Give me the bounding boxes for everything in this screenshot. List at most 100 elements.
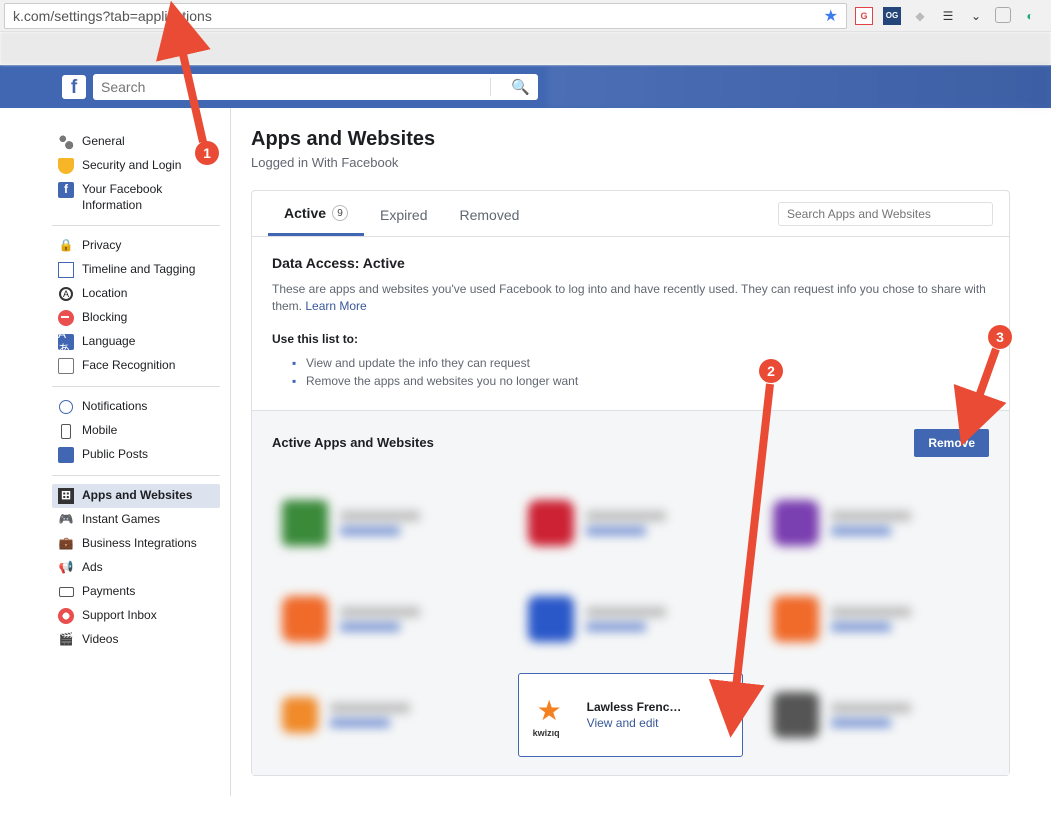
tab-active[interactable]: Active 9 [268,191,364,236]
ext-icon-2[interactable]: OG [883,7,901,25]
sidebar-item-face[interactable]: Face Recognition [52,354,220,378]
sidebar-item-label: Business Integrations [82,536,214,552]
app-card-blurred[interactable] [272,481,498,565]
sidebar-item-apps-websites[interactable]: ⊞ Apps and Websites [52,484,220,508]
section-description: These are apps and websites you've used … [272,281,989,316]
sidebar-item-support[interactable]: Support Inbox [52,604,220,628]
app-card-blurred[interactable] [518,577,744,661]
apps-card: Active 9 Expired Removed Data Access: Ac… [251,190,1010,776]
payments-icon [58,584,74,600]
sidebar-item-business[interactable]: 💼 Business Integrations [52,532,220,556]
bullet-item: View and update the info they can reques… [292,356,989,370]
remove-button[interactable]: Remove [914,429,989,457]
section-heading: Data Access: Active [272,255,989,271]
fb-header: f 🔍 [0,65,1051,108]
sidebar-item-label: Payments [82,584,214,600]
ext-icon-7[interactable]: ◐ [1021,7,1039,25]
gear-icon [58,134,74,150]
tabs-row: Active 9 Expired Removed [252,191,1009,237]
sidebar-item-mobile[interactable]: Mobile [52,419,220,443]
browser-tab-sliver [0,32,1051,65]
sidebar-item-videos[interactable]: 🎬 Videos [52,628,220,652]
app-card-blurred[interactable] [763,673,989,757]
sidebar-item-label: Blocking [82,310,214,326]
sidebar-item-label: Apps and Websites [82,488,214,504]
ext-icon-4[interactable]: ☰ [939,7,957,25]
browser-chrome: k.com/settings?tab=applications ★ G OG ◆… [0,0,1051,32]
data-access-section: Data Access: Active These are apps and w… [252,237,1009,410]
sidebar-item-label: General [82,134,214,150]
sidebar-item-label: Timeline and Tagging [82,262,214,278]
sidebar-item-label: Security and Login [82,158,214,174]
sidebar-item-public-posts[interactable]: Public Posts [52,443,220,467]
ext-icon-3[interactable]: ◆ [911,7,929,25]
sidebar-item-notifications[interactable]: Notifications [52,395,220,419]
page-title: Apps and Websites [251,128,1010,151]
apps-grid: ★ kwizıq Lawless Frenc… View and edit ✓ [272,481,989,757]
ads-icon: 📢 [58,560,74,576]
globe-icon [58,399,74,415]
business-icon: 💼 [58,536,74,552]
sidebar-item-security[interactable]: Security and Login [52,154,220,178]
ext-icon-1[interactable]: G [855,7,873,25]
games-icon: 🎮 [58,512,74,528]
sidebar-item-instant-games[interactable]: 🎮 Instant Games [52,508,220,532]
ext-icon-6[interactable] [995,7,1011,23]
sidebar-item-label: Public Posts [82,447,214,463]
tab-label: Active [284,205,326,221]
sidebar-item-label: Language [82,334,214,350]
tab-active-count: 9 [332,205,348,221]
sidebar-item-language[interactable]: Aあ Language [52,330,220,354]
settings-sidebar: General Security and Login f Your Facebo… [0,108,230,796]
app-card-blurred[interactable] [763,481,989,565]
fb-logo-icon[interactable]: f [62,75,86,99]
fb-search-box[interactable]: 🔍 [93,74,538,100]
active-apps-title: Active Apps and Websites [272,435,914,450]
kwiziq-logo-icon: ★ kwizıq [529,692,575,738]
active-apps-section: Active Apps and Websites Remove [252,410,1009,775]
ext-icon-5[interactable]: ⌄ [967,7,985,25]
app-checkbox[interactable]: ✓ [718,684,732,698]
sidebar-item-label: Instant Games [82,512,214,528]
sidebar-item-label: Privacy [82,238,214,254]
mobile-icon [58,423,74,439]
shield-icon [58,158,74,174]
grid-icon [58,262,74,278]
page-subtitle: Logged in With Facebook [251,155,1010,170]
sidebar-item-blocking[interactable]: Blocking [52,306,220,330]
bullet-item: Remove the apps and websites you no long… [292,374,989,388]
support-icon [58,608,74,624]
video-icon: 🎬 [58,632,74,648]
sidebar-item-ads[interactable]: 📢 Ads [52,556,220,580]
sidebar-item-label: Ads [82,560,214,576]
learn-more-link[interactable]: Learn More [305,299,366,313]
sidebar-item-your-fb-info[interactable]: f Your Facebook Information [52,178,220,217]
location-icon: A [58,286,74,302]
app-card-lawless-french[interactable]: ★ kwizıq Lawless Frenc… View and edit ✓ [518,673,744,757]
app-card-blurred[interactable] [763,577,989,661]
app-card-blurred[interactable] [272,577,498,661]
app-card-blurred[interactable] [518,481,744,565]
app-name: Lawless Frenc… [587,700,682,714]
apps-search-input[interactable] [778,202,993,226]
tab-removed[interactable]: Removed [444,193,536,235]
language-icon: Aあ [58,334,74,350]
url-text: k.com/settings?tab=applications [13,8,818,24]
bookmark-star-icon[interactable]: ★ [824,6,838,26]
rss-icon [58,447,74,463]
sidebar-item-payments[interactable]: Payments [52,580,220,604]
tab-expired[interactable]: Expired [364,193,443,235]
fb-search-input[interactable] [101,79,490,95]
url-bar[interactable]: k.com/settings?tab=applications ★ [4,3,847,29]
sidebar-item-general[interactable]: General [52,130,220,154]
fb-icon: f [58,182,74,198]
sidebar-item-timeline[interactable]: Timeline and Tagging [52,258,220,282]
app-card-blurred[interactable] [272,673,498,757]
sidebar-item-location[interactable]: A Location [52,282,220,306]
sidebar-item-privacy[interactable]: 🔒 Privacy [52,234,220,258]
view-edit-link[interactable]: View and edit [587,716,682,730]
search-icon[interactable]: 🔍 [490,78,530,96]
sidebar-item-label: Location [82,286,214,302]
sidebar-item-label: Support Inbox [82,608,214,624]
sidebar-item-label: Your Facebook Information [82,182,214,213]
